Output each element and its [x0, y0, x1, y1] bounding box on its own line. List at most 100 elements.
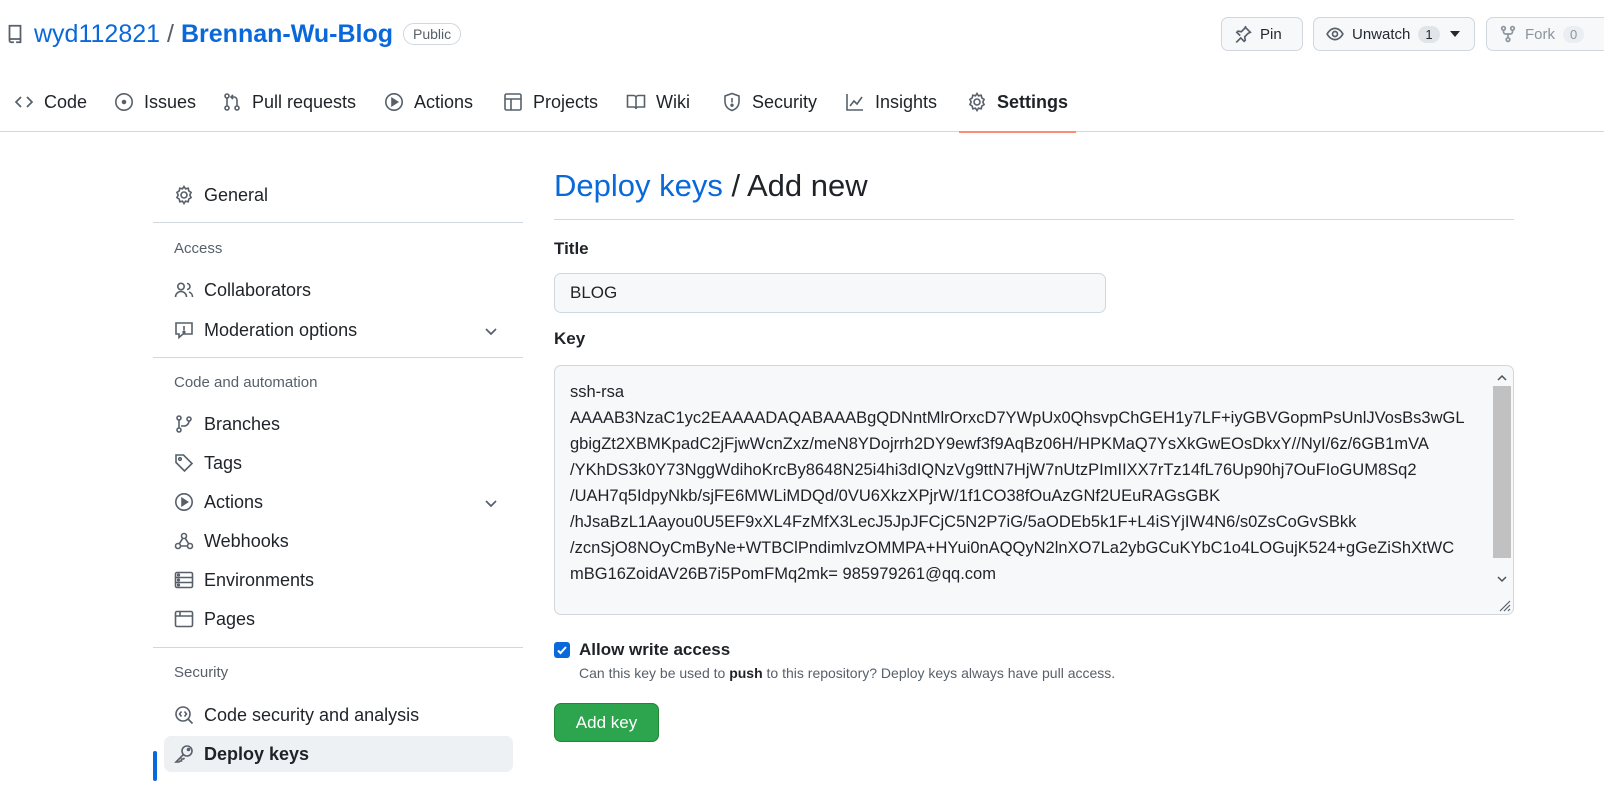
tab-security[interactable]: Security	[722, 82, 817, 132]
sidebar-item-moderation-options[interactable]: Moderation options	[164, 312, 513, 348]
tab-wiki-label: Wiki	[656, 92, 690, 112]
sidebar-item-tags[interactable]: Tags	[164, 445, 513, 481]
webhook-icon	[174, 532, 194, 550]
tab-code[interactable]: Code	[14, 82, 87, 132]
tab-security-label: Security	[752, 92, 818, 112]
sidebar-item-environments[interactable]: Environments	[164, 562, 513, 598]
repo-header: wyd112821 / Brennan-Wu-Blog Public Pin U…	[0, 0, 1604, 133]
caret-down-icon	[1449, 31, 1460, 37]
browser-icon	[174, 610, 194, 628]
sidebar-item-pages[interactable]: Pages	[164, 601, 513, 637]
scrollbar-thumb[interactable]	[1493, 386, 1511, 558]
title-input[interactable]	[554, 273, 1106, 313]
sidebar-item-label: Collaborators	[204, 279, 312, 300]
breadcrumb-deploy-keys-link[interactable]: Deploy keys	[554, 168, 723, 203]
tab-code-label: Code	[44, 92, 88, 112]
scroll-up-icon[interactable]	[1497, 373, 1507, 383]
unwatch-button[interactable]: Unwatch 1	[1313, 17, 1475, 51]
sidebar-item-deploy-keys[interactable]: Deploy keys	[164, 736, 513, 772]
allow-write-label[interactable]: Allow write access	[579, 640, 730, 660]
sidebar-item-code-security[interactable]: Code security and analysis	[164, 697, 513, 733]
title-label: Title	[554, 239, 589, 258]
key-textarea-scrollbar[interactable]	[1492, 366, 1513, 614]
sidebar-item-general[interactable]: General	[164, 177, 513, 213]
play-icon	[385, 93, 403, 111]
repo-nav-tabs: Code Issues Pull requests Actions Projec…	[0, 82, 1604, 133]
tab-settings[interactable]: Settings	[958, 82, 1077, 133]
pin-icon	[1235, 25, 1252, 43]
tab-pull-requests-label: Pull requests	[252, 92, 357, 112]
note-text: Can this key be used to	[579, 665, 730, 681]
tab-projects[interactable]: Projects	[503, 82, 598, 132]
key-textarea[interactable]: ssh-rsa AAAAB3NzaC1yc2EAAAADAQABAAABgQDN…	[554, 365, 1514, 615]
shield-icon	[724, 92, 740, 112]
people-icon	[174, 282, 194, 298]
fork-label: Fork	[1525, 25, 1555, 43]
sidebar-item-webhooks[interactable]: Webhooks	[164, 523, 513, 559]
watch-count: 1	[1418, 25, 1440, 43]
tab-settings-label: Settings	[997, 92, 1069, 112]
table-icon	[504, 93, 522, 111]
tab-actions-label: Actions	[414, 92, 474, 112]
gear-icon	[175, 185, 193, 205]
sidebar-item-label: Pages	[204, 608, 256, 629]
scroll-down-icon[interactable]	[1497, 574, 1507, 584]
git-pull-request-icon	[224, 93, 240, 111]
sidebar-divider	[153, 222, 523, 223]
sidebar-item-label: General	[204, 184, 269, 205]
tab-actions[interactable]: Actions	[384, 82, 473, 132]
codescan-icon	[175, 706, 194, 725]
eye-icon	[1326, 27, 1344, 41]
play-icon	[175, 493, 193, 511]
page-title: Deploy keys / Add new	[554, 168, 868, 204]
active-indicator	[153, 751, 157, 781]
key-label: Key	[554, 329, 586, 348]
check-icon	[557, 646, 567, 655]
fork-button[interactable]: Fork 0	[1486, 17, 1604, 51]
sidebar-heading-security: Security	[174, 664, 229, 681]
allow-write-row: Allow write access	[554, 640, 730, 660]
sidebar-item-actions[interactable]: Actions	[164, 484, 513, 520]
sidebar-divider	[153, 647, 523, 648]
git-branch-icon	[176, 415, 192, 433]
chevron-down-icon	[485, 500, 497, 508]
repo-header-actions: Pin Unwatch 1 Fork 0	[0, 17, 1604, 51]
allow-write-note: Can this key be used to push to this rep…	[579, 665, 1115, 681]
add-key-button[interactable]: Add key	[554, 703, 659, 742]
page-title-text: Add new	[747, 168, 868, 203]
resize-handle-icon[interactable]	[1497, 598, 1511, 612]
repo-forked-icon	[1500, 25, 1516, 43]
issue-opened-icon	[115, 93, 133, 111]
tab-issues-label: Issues	[144, 92, 197, 112]
note-bold-text: push	[729, 665, 763, 681]
sidebar-heading-code-automation: Code and automation	[174, 374, 318, 391]
key-icon	[174, 745, 193, 763]
book-icon	[626, 94, 646, 110]
pin-button[interactable]: Pin	[1221, 17, 1303, 51]
tab-insights[interactable]: Insights	[845, 82, 937, 132]
chevron-down-icon	[485, 328, 497, 336]
gear-icon	[968, 92, 986, 112]
tag-icon	[175, 454, 194, 473]
code-icon	[14, 96, 34, 108]
tab-wiki[interactable]: Wiki	[626, 82, 690, 132]
sidebar-item-label: Environments	[204, 569, 315, 590]
fork-count: 0	[1563, 25, 1585, 43]
breadcrumb-separator: /	[722, 168, 747, 203]
tab-issues[interactable]: Issues	[114, 82, 196, 132]
graph-icon	[846, 94, 863, 111]
sidebar-heading-access: Access	[174, 240, 223, 257]
sidebar-item-branches[interactable]: Branches	[164, 406, 513, 442]
heading-divider	[554, 219, 1514, 220]
sidebar-item-label: Webhooks	[204, 530, 289, 551]
unwatch-label: Unwatch	[1352, 25, 1411, 43]
sidebar-item-label: Deploy keys	[204, 743, 310, 764]
allow-write-checkbox[interactable]	[554, 642, 570, 658]
sidebar-item-collaborators[interactable]: Collaborators	[164, 272, 513, 308]
server-icon	[174, 571, 194, 589]
tab-insights-label: Insights	[875, 92, 938, 112]
tab-pull-requests[interactable]: Pull requests	[222, 82, 356, 132]
sidebar-divider	[153, 357, 523, 358]
sidebar-item-label: Branches	[204, 413, 281, 434]
sidebar-item-label: Tags	[204, 452, 243, 473]
